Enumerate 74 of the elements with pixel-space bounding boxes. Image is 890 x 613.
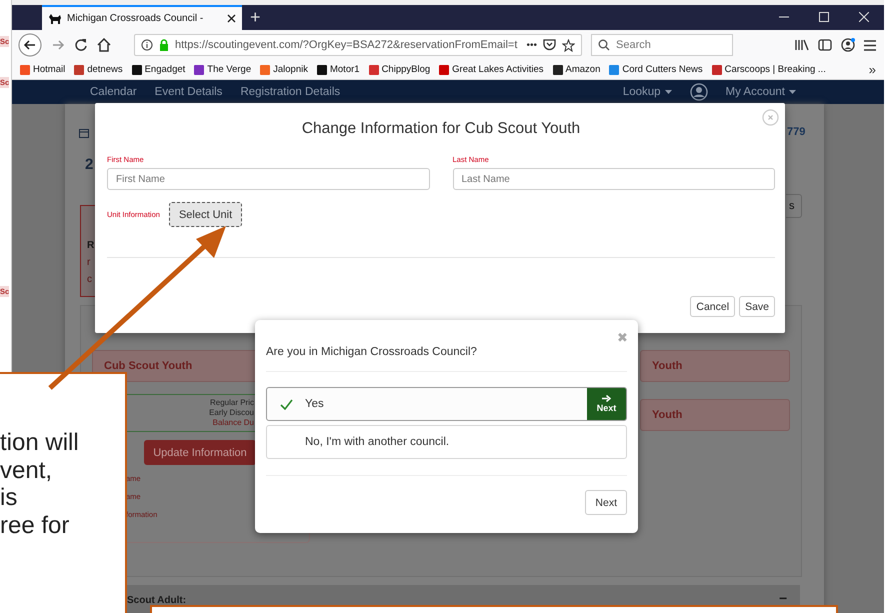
nav-link[interactable]: Registration Details	[240, 86, 340, 98]
dialog-button[interactable]: Save	[739, 296, 775, 317]
bookmark-link[interactable]: Carscoops | Breaking ...	[712, 64, 826, 75]
browser-tab[interactable]: Michigan Crossroads Council -	[42, 5, 242, 30]
bookmark-link[interactable]: Cord Cutters News	[609, 64, 703, 75]
page-actions-button[interactable]: •••	[526, 40, 537, 50]
callout-text: tion will	[0, 429, 80, 456]
new-tab-button[interactable]: +	[242, 5, 269, 30]
checkmark-icon	[280, 398, 293, 410]
maximize-icon[interactable]	[819, 12, 829, 22]
tab-title: Michigan Crossroads Council -	[67, 13, 204, 24]
account-icon[interactable]	[841, 38, 855, 52]
bookmark-link[interactable]: Amazon	[552, 64, 600, 75]
bookmark-link[interactable]: ChippyBlog	[368, 64, 430, 75]
callout-text: ree for	[0, 512, 70, 539]
alert-text: r	[87, 257, 90, 268]
bookmark-link[interactable]: Engadget	[132, 64, 186, 75]
text-input[interactable]: Last Name	[452, 168, 775, 190]
dialog-button[interactable]: Cancel	[690, 296, 736, 317]
option-label: No, I'm with another council.	[305, 436, 450, 448]
bookmark-link[interactable]: detnews	[74, 64, 123, 75]
answer-option[interactable]: Yes Next	[266, 387, 627, 421]
alert-text: R	[87, 240, 94, 251]
dialog-title: Change Information for Cub Scout Youth	[302, 120, 580, 139]
heading-fragment: 2	[85, 156, 94, 173]
price-line: Balance Du	[212, 418, 254, 428]
lock-icon	[159, 39, 169, 51]
caret-icon	[789, 90, 796, 94]
close-icon[interactable]	[227, 14, 236, 23]
bookmark-link[interactable]: Great Lakes Activities	[439, 64, 544, 75]
url-text: https://scoutingevent.com/?OrgKey=BSA272&reservationFromEmail=t	[175, 39, 518, 51]
page-button[interactable]: s	[786, 194, 802, 218]
reload-icon[interactable]	[74, 38, 88, 52]
answer-option[interactable]: No, I'm with another council.	[266, 425, 627, 459]
info-icon[interactable]	[141, 39, 153, 51]
bookmarks-overflow-button[interactable]: »	[868, 62, 876, 77]
bookmark-link[interactable]: The Verge	[194, 64, 252, 75]
bookmark-link[interactable]: Jalopnik	[260, 64, 308, 75]
sidebar-icon[interactable]	[818, 39, 832, 51]
next-button[interactable]: Next	[585, 490, 627, 515]
button-label: Next	[596, 403, 616, 413]
forward-icon[interactable]	[51, 38, 65, 52]
pocket-icon[interactable]	[543, 39, 556, 51]
library-icon[interactable]	[795, 39, 809, 51]
price-line: Regular Pric	[210, 398, 254, 408]
text-input[interactable]: First Name	[107, 168, 430, 190]
nav-link[interactable]: Calendar	[90, 86, 137, 98]
back-icon[interactable]	[18, 33, 42, 57]
home-icon[interactable]	[97, 38, 111, 52]
animal-icon	[48, 14, 62, 24]
alert-text: c	[87, 274, 92, 285]
user-avatar-icon	[690, 83, 708, 101]
reservation-number: 779	[787, 126, 806, 138]
caret-icon	[664, 90, 672, 94]
search-field[interactable]: Search	[591, 34, 733, 56]
account-menu[interactable]: My Account	[726, 86, 785, 98]
menu-icon[interactable]	[864, 40, 876, 50]
update-information-button[interactable]: Update Information	[144, 440, 256, 465]
callout-text: vent,	[0, 456, 54, 484]
section-title: Scout Adult:	[127, 595, 186, 606]
bookmark-link[interactable]: Motor1	[316, 64, 360, 75]
calendar-icon	[79, 128, 89, 138]
bookmark-link[interactable]: Hotmail	[20, 64, 66, 75]
next-button[interactable]: Next	[587, 388, 626, 420]
search-icon	[598, 39, 610, 51]
star-icon[interactable]	[562, 38, 575, 52]
nav-link[interactable]: Event Details	[154, 86, 222, 98]
select-unit-button[interactable]: Select Unit	[168, 202, 242, 227]
arrow-right-icon	[602, 395, 611, 402]
address-bar[interactable]: https://scoutingevent.com/?OrgKey=BSA272&reservationFromEmail=t •••	[134, 34, 582, 56]
lookup-menu[interactable]: Lookup	[622, 86, 661, 98]
price-line: Early Discou	[209, 408, 254, 418]
option-label: Yes	[305, 398, 325, 410]
callout-text: is	[0, 484, 18, 512]
